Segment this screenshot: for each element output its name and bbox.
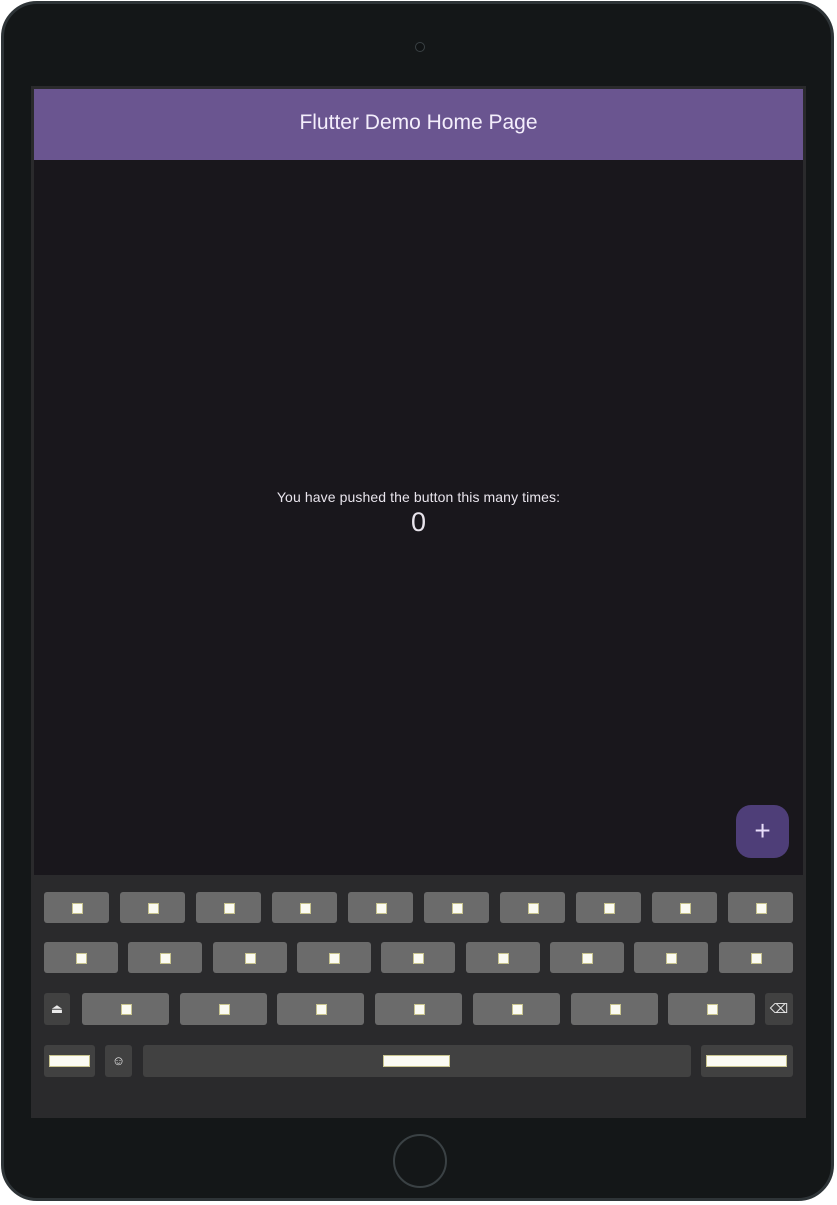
keyboard-key[interactable] bbox=[571, 993, 658, 1025]
keyboard-key[interactable] bbox=[348, 892, 413, 923]
key-glyph bbox=[603, 902, 615, 914]
keyboard-key[interactable] bbox=[550, 942, 624, 973]
keyboard-key[interactable] bbox=[576, 892, 641, 923]
key-glyph bbox=[299, 902, 311, 914]
key-glyph bbox=[413, 952, 424, 964]
shift-icon: ⏏ bbox=[50, 1001, 64, 1016]
key-glyph bbox=[751, 952, 762, 964]
keyboard-key[interactable] bbox=[719, 942, 793, 973]
keyboard-key[interactable] bbox=[82, 993, 169, 1025]
keyboard-key[interactable] bbox=[500, 892, 565, 923]
key-glyph bbox=[218, 1004, 230, 1015]
keyboard-key[interactable] bbox=[652, 892, 717, 923]
key-glyph bbox=[160, 952, 171, 964]
counter-message: You have pushed the button this many tim… bbox=[276, 489, 561, 505]
camera-icon bbox=[415, 42, 425, 52]
key-glyph bbox=[582, 952, 593, 964]
key-glyph bbox=[511, 1004, 523, 1015]
backspace-key[interactable]: ⌫ bbox=[765, 993, 793, 1025]
key-glyph bbox=[147, 902, 159, 914]
keyboard-key[interactable] bbox=[473, 993, 560, 1025]
counter-value: 0 bbox=[410, 507, 427, 537]
symbols-key[interactable] bbox=[44, 1045, 95, 1077]
key-glyph bbox=[451, 902, 463, 914]
app-bar: Flutter Demo Home Page bbox=[34, 89, 803, 160]
app-bar-title: Flutter Demo Home Page bbox=[299, 111, 538, 134]
key-glyph bbox=[755, 902, 767, 914]
keyboard-key[interactable] bbox=[424, 892, 489, 923]
flutter-app: Flutter Demo Home Page You have pushed t… bbox=[34, 89, 803, 875]
onscreen-keyboard: ⏏ ⌫ ☺ bbox=[31, 875, 806, 1118]
keyboard-key[interactable] bbox=[272, 892, 337, 923]
key-glyph bbox=[609, 1004, 621, 1015]
keyboard-key[interactable] bbox=[634, 942, 708, 973]
keyboard-key[interactable] bbox=[180, 993, 267, 1025]
key-glyph bbox=[120, 1004, 132, 1015]
emoji-icon: ☺ bbox=[111, 1053, 126, 1068]
increment-button[interactable]: + bbox=[736, 805, 789, 858]
key-glyph bbox=[666, 952, 677, 964]
key-glyph bbox=[245, 952, 256, 964]
keyboard-key[interactable] bbox=[381, 942, 455, 973]
enter-key[interactable] bbox=[701, 1045, 793, 1077]
keyboard-key[interactable] bbox=[44, 942, 118, 973]
key-glyph bbox=[706, 1055, 787, 1067]
keyboard-key[interactable] bbox=[466, 942, 540, 973]
key-glyph bbox=[223, 902, 235, 914]
space-key[interactable] bbox=[143, 1045, 691, 1077]
keyboard-key[interactable] bbox=[277, 993, 364, 1025]
key-glyph bbox=[706, 1004, 718, 1015]
key-glyph bbox=[527, 902, 539, 914]
keyboard-key[interactable] bbox=[120, 892, 185, 923]
key-glyph bbox=[413, 1004, 425, 1015]
key-glyph bbox=[76, 952, 87, 964]
keyboard-key[interactable] bbox=[196, 892, 261, 923]
key-glyph bbox=[383, 1055, 450, 1067]
plus-icon: + bbox=[754, 815, 771, 846]
screen: Flutter Demo Home Page You have pushed t… bbox=[31, 86, 806, 1118]
key-glyph bbox=[329, 952, 340, 964]
shift-key[interactable]: ⏏ bbox=[44, 993, 70, 1025]
counter-area: You have pushed the button this many tim… bbox=[34, 489, 803, 538]
key-glyph bbox=[71, 902, 83, 914]
key-glyph bbox=[49, 1055, 90, 1067]
keyboard-key[interactable] bbox=[128, 942, 202, 973]
keyboard-key[interactable] bbox=[728, 892, 793, 923]
emoji-key[interactable]: ☺ bbox=[105, 1045, 132, 1077]
keyboard-key[interactable] bbox=[44, 892, 109, 923]
key-glyph bbox=[315, 1004, 327, 1015]
keyboard-key[interactable] bbox=[213, 942, 287, 973]
key-glyph bbox=[498, 952, 509, 964]
key-glyph bbox=[679, 902, 691, 914]
key-glyph bbox=[375, 902, 387, 914]
home-button[interactable] bbox=[393, 1134, 447, 1188]
backspace-icon: ⌫ bbox=[769, 1001, 789, 1016]
keyboard-key[interactable] bbox=[375, 993, 462, 1025]
keyboard-key[interactable] bbox=[297, 942, 371, 973]
keyboard-key[interactable] bbox=[668, 993, 755, 1025]
